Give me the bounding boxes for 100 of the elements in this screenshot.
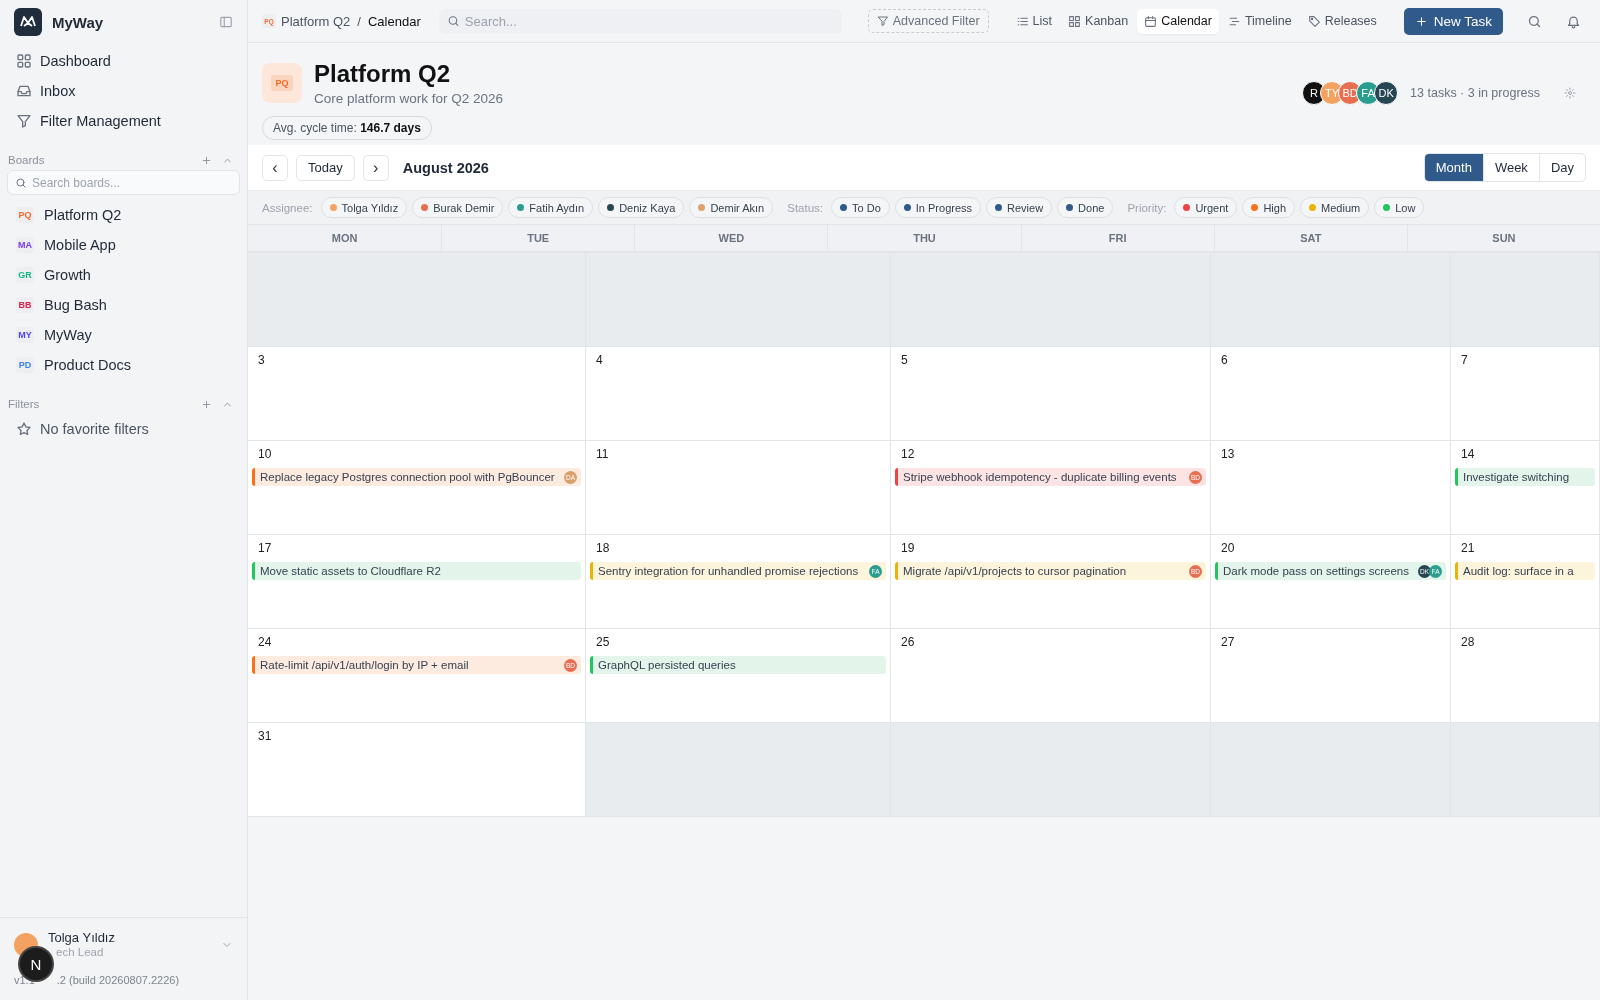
filter-chip[interactable]: To Do: [831, 197, 890, 218]
day-number: 26: [900, 635, 916, 650]
weekday-header: FRI: [1020, 225, 1214, 251]
filter-chip[interactable]: Fatih Aydın: [508, 197, 594, 218]
filter-icon: [16, 113, 32, 129]
user-name: Tolga Yıldız: [48, 930, 116, 945]
board-badge: GR: [16, 267, 34, 283]
weekday-header: THU: [827, 225, 1021, 251]
new-task-button[interactable]: New Task: [1403, 7, 1504, 35]
view-mode-tab[interactable]: Week: [1482, 154, 1539, 181]
event-title: Dark mode pass on settings screens: [1223, 565, 1410, 577]
view-mode-tab[interactable]: Day: [1538, 154, 1585, 181]
avatar: DK: [1374, 81, 1399, 105]
filter-chip[interactable]: In Progress: [894, 197, 982, 218]
filter-label: Assignee:: [262, 201, 313, 214]
event-chip[interactable]: Move static assets to Cloudflare R2: [252, 562, 581, 580]
day-number: 13: [1220, 447, 1236, 462]
search-field[interactable]: Search boards...: [7, 170, 240, 195]
board-badge: PD: [16, 357, 34, 373]
filter-chip[interactable]: Urgent: [1174, 197, 1238, 218]
day-number: 24: [257, 635, 273, 650]
sidebar-toggle-icon[interactable]: [219, 15, 233, 29]
filter-label: Priority:: [1127, 201, 1167, 214]
board-item[interactable]: BB Bug Bash: [7, 290, 240, 320]
settings-icon[interactable]: [1564, 87, 1576, 99]
view-tab[interactable]: Calendar: [1137, 8, 1219, 34]
user-role: ech Lead: [55, 945, 105, 960]
board-item[interactable]: GR Growth: [7, 260, 240, 290]
task-summary: 13 tasks · 3 in progress: [1410, 86, 1540, 100]
event-title: Migrate /api/v1/projects to cursor pagination: [903, 565, 1128, 577]
board-item[interactable]: PQ Platform Q2: [7, 200, 240, 230]
grid-icon: [1068, 14, 1082, 28]
inbox-icon: [16, 83, 32, 99]
view-tab[interactable]: Kanban: [1061, 8, 1136, 34]
tag-icon: [1307, 14, 1321, 28]
day-number: 4: [595, 353, 604, 368]
empty-message: No favorite filters: [40, 421, 149, 437]
day-number: 31: [257, 729, 273, 744]
event-title: Stripe webhook idempotency - duplicate billing events: [903, 471, 1178, 483]
filter-chip[interactable]: Demir Akın: [689, 197, 774, 218]
day-number: 18: [595, 541, 611, 556]
next-button[interactable]: ›: [362, 154, 389, 181]
sidebar-item[interactable]: Dashboard: [7, 46, 240, 76]
weekday-header: SAT: [1213, 225, 1407, 251]
section-title: Boards: [8, 154, 46, 166]
search-field[interactable]: Search...: [438, 8, 842, 34]
previous-button[interactable]: ‹: [262, 154, 288, 181]
day-number: 20: [1220, 541, 1236, 556]
board-badge: PQ: [271, 74, 293, 91]
event-chip[interactable]: Audit log: surface in a: [1455, 562, 1595, 580]
advanced-filter-button[interactable]: Advanced Filter: [867, 9, 989, 33]
filter-chip[interactable]: Tolga Yıldız: [320, 197, 408, 218]
breadcrumb-separator: /: [357, 13, 361, 29]
view-tab[interactable]: List: [1008, 8, 1060, 34]
filter-chip[interactable]: High: [1242, 197, 1296, 218]
day-number: 3: [257, 353, 266, 368]
board-item[interactable]: MY MyWay: [7, 320, 240, 350]
board-item[interactable]: MA Mobile App: [7, 230, 240, 260]
search-icon[interactable]: [1527, 13, 1543, 29]
period-title: August 2026: [402, 159, 489, 176]
weekday-header: MON: [330, 231, 359, 246]
day-number: 21: [1460, 541, 1476, 556]
filter-chip[interactable]: Deniz Kaya: [598, 197, 685, 218]
breadcrumb-link[interactable]: Platform Q2: [281, 13, 351, 29]
view-tab[interactable]: Timeline: [1220, 8, 1299, 34]
project-title: Platform Q2: [314, 59, 452, 89]
board-badge: MY: [16, 327, 34, 343]
add-icon[interactable]: [201, 398, 212, 410]
filter-icon: [876, 15, 889, 27]
search-icon: [446, 14, 460, 28]
today-button[interactable]: Today: [296, 154, 355, 181]
weekday-header: WED: [634, 225, 828, 251]
event-title: Investigate switching: [1463, 471, 1571, 483]
filter-chip[interactable]: Done: [1057, 197, 1114, 218]
day-number: 5: [900, 353, 909, 368]
bell-icon[interactable]: [1566, 13, 1582, 29]
board-item[interactable]: PD Product Docs: [7, 350, 240, 380]
grid-icon: [16, 53, 32, 69]
app-name: MyWay: [52, 13, 105, 31]
day-number: 7: [1460, 353, 1469, 368]
view-mode-tab[interactable]: Month: [1424, 154, 1483, 181]
event-title: Audit log: surface in a: [1463, 565, 1575, 577]
view-tab[interactable]: Releases: [1300, 8, 1384, 34]
day-number: 27: [1220, 635, 1236, 650]
sidebar-item[interactable]: Inbox: [7, 76, 240, 106]
event-chip[interactable]: Investigate switching: [1455, 468, 1595, 486]
filter-chip[interactable]: Review: [986, 197, 1053, 218]
board-badge: PQ: [16, 207, 34, 223]
add-icon[interactable]: [201, 154, 212, 166]
day-number: 25: [595, 635, 611, 650]
logo-icon: [14, 8, 42, 36]
filter-chip[interactable]: Medium: [1300, 197, 1370, 218]
filter-chip[interactable]: Burak Demir: [412, 197, 504, 218]
sidebar-item[interactable]: Filter Management: [7, 106, 240, 136]
filter-chip[interactable]: Low: [1374, 197, 1425, 218]
project-description: Core platform work for Q2 2026: [314, 91, 504, 106]
weekday-header: SUN: [1406, 225, 1600, 251]
event-chip[interactable]: GraphQL persisted queries: [590, 656, 886, 674]
event-title: Replace legacy Postgres connection pool with PgBouncer: [260, 471, 556, 483]
breadcrumb-link[interactable]: Calendar: [368, 13, 421, 29]
